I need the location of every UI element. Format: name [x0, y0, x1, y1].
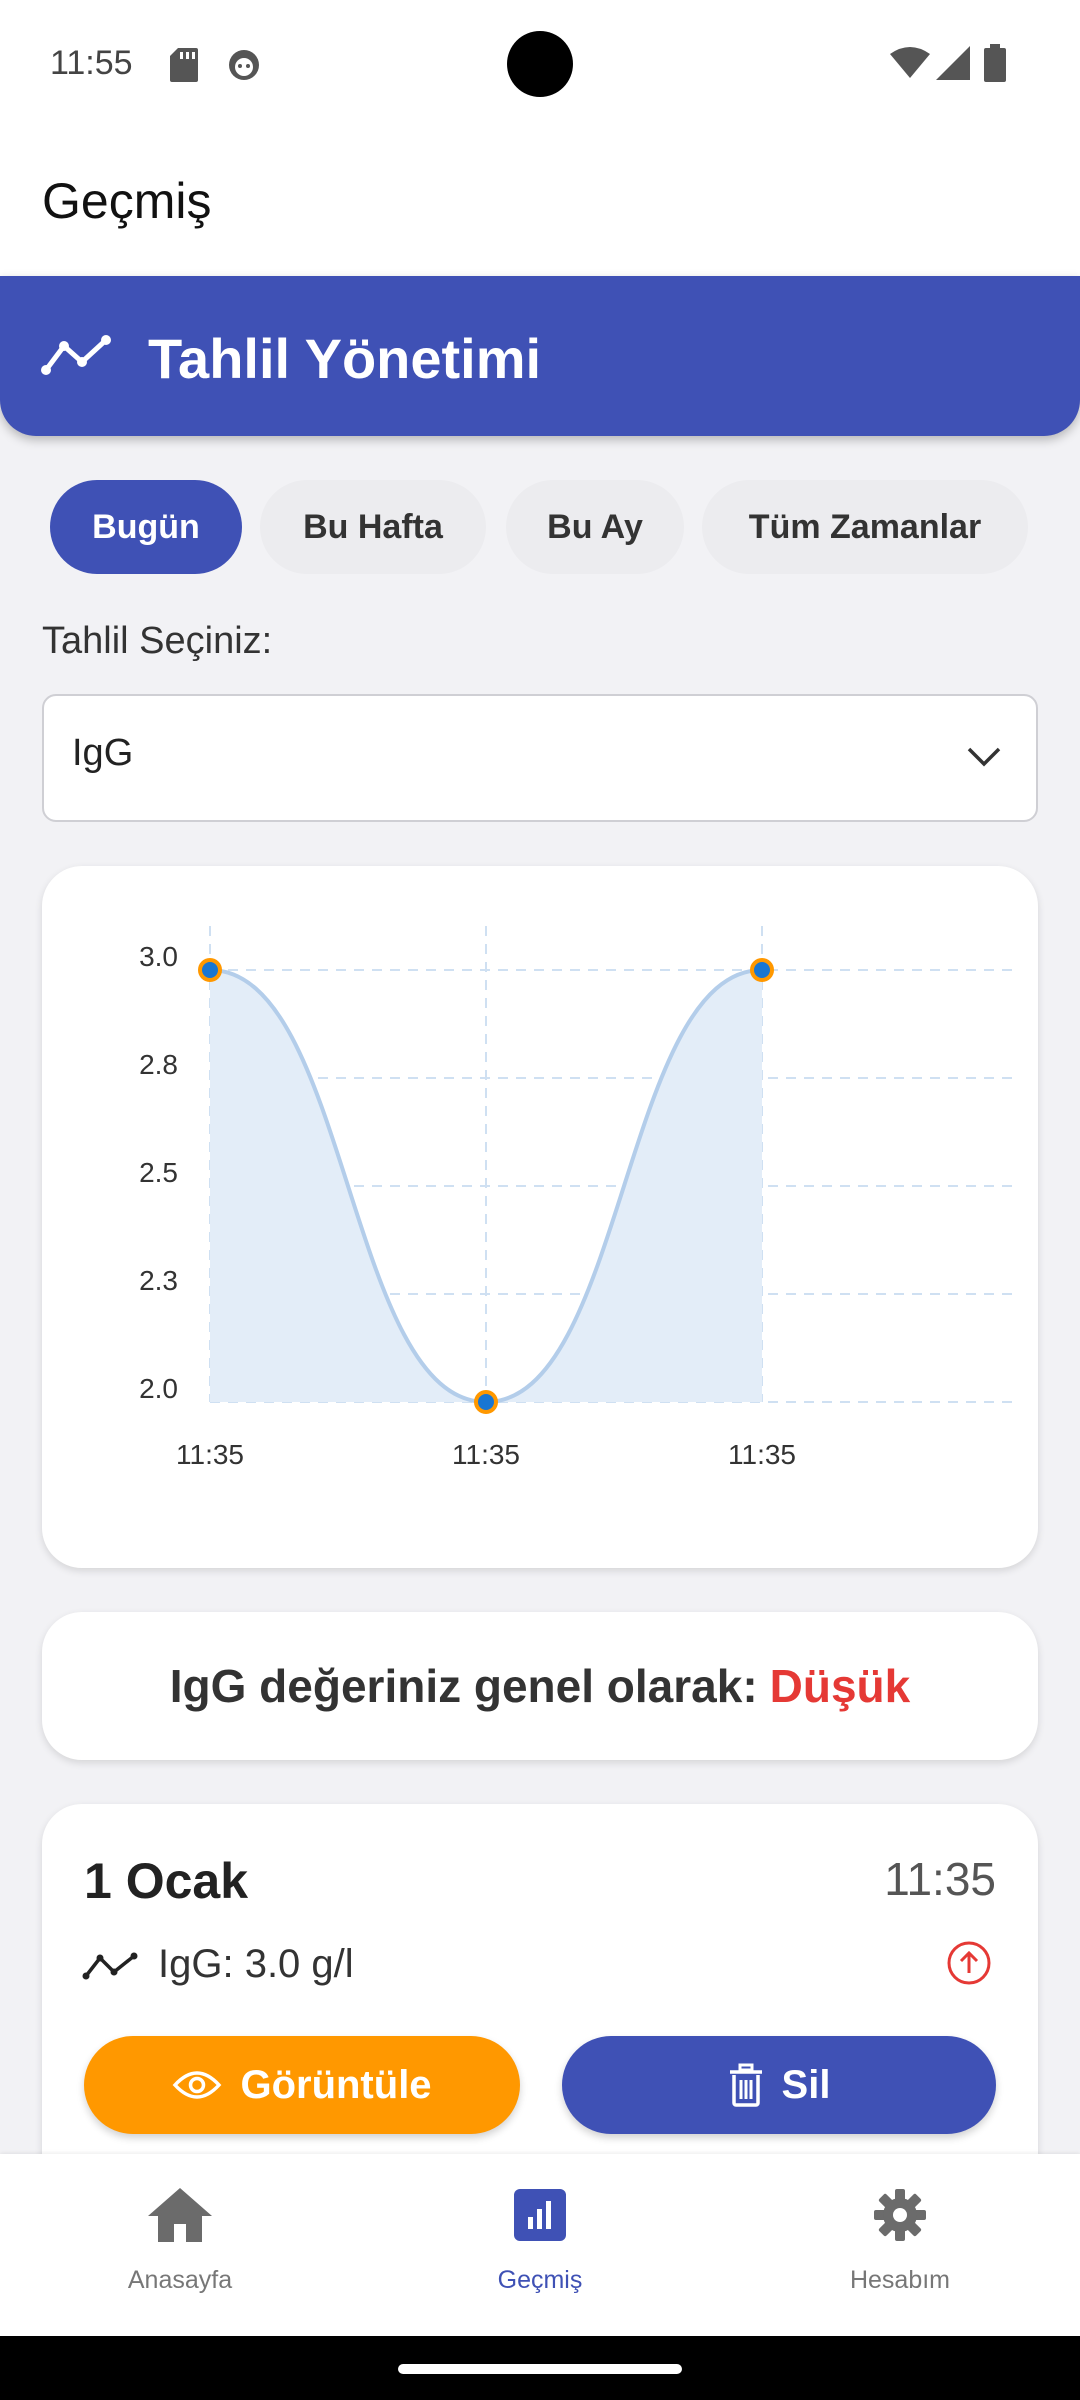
filter-chip-today[interactable]: Bugün [50, 480, 242, 574]
record-date: 1 Ocak [84, 1853, 249, 1909]
banner-title: Tahlil Yönetimi [148, 327, 542, 390]
sd-card-icon [170, 48, 198, 82]
filter-chip-this-week[interactable]: Bu Hafta [260, 480, 486, 574]
chart-data-point [198, 958, 222, 982]
gear-icon [874, 2189, 926, 2241]
system-gesture-bar [0, 2336, 1080, 2400]
bar-chart-icon [514, 2189, 566, 2241]
view-button-label: Görüntüle [240, 2062, 432, 2107]
chart-x-tick-label: 11:35 [452, 1439, 520, 1470]
chart-data-point [750, 958, 774, 982]
chart-card: 3.0 2.8 2.5 2.3 2.0 11:35 11:35 11:35 [42, 866, 1038, 1568]
app-bar: Geçmiş [0, 128, 1080, 276]
arrow-up-circle-icon [947, 1941, 991, 1985]
chart-y-tick-label: 2.8 [139, 1049, 178, 1080]
delete-button-label: Sil [781, 2062, 831, 2107]
nav-item-account[interactable]: Hesabım [720, 2154, 1080, 2336]
status-time: 11:55 [50, 44, 133, 82]
chart-y-tick-label: 2.0 [139, 1373, 178, 1404]
line-chart: 3.0 2.8 2.5 2.3 2.0 11:35 11:35 11:35 [139, 926, 1012, 1470]
test-select-value: IgG [72, 732, 134, 774]
filter-chip-all-time[interactable]: Tüm Zamanlar [702, 480, 1028, 574]
wifi-icon [890, 47, 930, 78]
nav-label-account: Hesabım [849, 2266, 951, 2294]
signal-icon [936, 46, 970, 80]
battery-icon [984, 44, 1006, 82]
status-bar: 11:55 [0, 0, 1080, 128]
nav-label-home: Anasayfa [127, 2266, 233, 2294]
trend-line-icon [82, 1952, 138, 1980]
chart-y-tick-label: 2.3 [139, 1265, 178, 1296]
home-gesture-handle[interactable] [398, 2364, 682, 2374]
record-time: 11:35 [884, 1853, 996, 1905]
trash-icon [729, 2063, 762, 2107]
test-select-dropdown[interactable]: IgG [42, 694, 1038, 822]
view-button[interactable]: Görüntüle [84, 2036, 520, 2134]
screen: 11:55 Geçmiş Tahlil Yönetimi Bugün Bu Ha… [0, 0, 1080, 2400]
eye-icon [173, 2071, 222, 2099]
chart-y-tick-label: 3.0 [139, 941, 178, 972]
test-select-label: Tahlil Seçiniz: [42, 620, 273, 662]
nav-item-home[interactable]: Anasayfa [0, 2154, 360, 2336]
bottom-navigation: Anasayfa Geçmiş Hesabım [0, 2154, 1080, 2336]
summary-prefix: IgG değeriniz genel olarak: [169, 1660, 758, 1712]
app-notification-icon [229, 50, 259, 80]
trend-line-icon [41, 335, 111, 375]
chart-x-tick-label: 11:35 [728, 1439, 796, 1470]
summary-card: IgG değeriniz genel olarak: Düşük [42, 1612, 1038, 1760]
chart-data-point [474, 1390, 498, 1414]
home-icon [148, 2188, 212, 2242]
filter-chip-this-month[interactable]: Bu Ay [506, 480, 684, 574]
summary-status: Düşük [769, 1660, 911, 1712]
nav-item-history[interactable]: Geçmiş [360, 2154, 720, 2336]
camera-cutout [507, 31, 573, 97]
header-banner: Tahlil Yönetimi [0, 276, 1080, 436]
chevron-down-icon [967, 747, 1001, 767]
record-value: IgG: 3.0 g/l [158, 1942, 354, 1986]
summary-text: IgG değeriniz genel olarak: Düşük [42, 1612, 1038, 1760]
delete-button[interactable]: Sil [562, 2036, 996, 2134]
nav-label-history: Geçmiş [497, 2266, 583, 2294]
chart-y-tick-label: 2.5 [139, 1157, 178, 1188]
chart-x-tick-label: 11:35 [176, 1439, 244, 1470]
page-title: Geçmiş [42, 173, 212, 229]
